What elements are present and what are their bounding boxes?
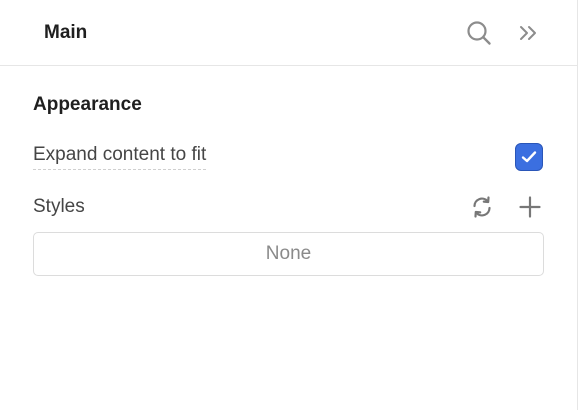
styles-row: Styles — [33, 190, 544, 224]
search-icon — [467, 20, 491, 45]
expand-content-row: Expand content to fit — [33, 140, 544, 174]
plus-icon — [519, 196, 541, 218]
panel-title: Main — [44, 21, 88, 43]
styles-label: Styles — [33, 196, 85, 217]
styles-actions — [468, 193, 544, 221]
collapse-panel-button[interactable] — [515, 19, 543, 47]
expand-content-checkbox[interactable] — [515, 143, 543, 171]
double-chevron-right-icon — [520, 25, 536, 40]
panel-content: Appearance Expand content to fit Styles — [0, 66, 577, 276]
expand-content-label[interactable]: Expand content to fit — [33, 144, 207, 170]
refresh-styles-button[interactable] — [468, 193, 496, 221]
styles-select[interactable]: None — [33, 232, 544, 276]
header-actions — [465, 19, 543, 47]
search-button[interactable] — [465, 19, 493, 47]
panel-header: Main — [0, 0, 577, 66]
refresh-icon — [473, 196, 491, 218]
properties-panel: Main Appearance Expand content to fit St… — [0, 0, 578, 410]
checkmark-icon — [521, 151, 537, 163]
add-style-button[interactable] — [516, 193, 544, 221]
section-title-appearance: Appearance — [33, 94, 142, 115]
